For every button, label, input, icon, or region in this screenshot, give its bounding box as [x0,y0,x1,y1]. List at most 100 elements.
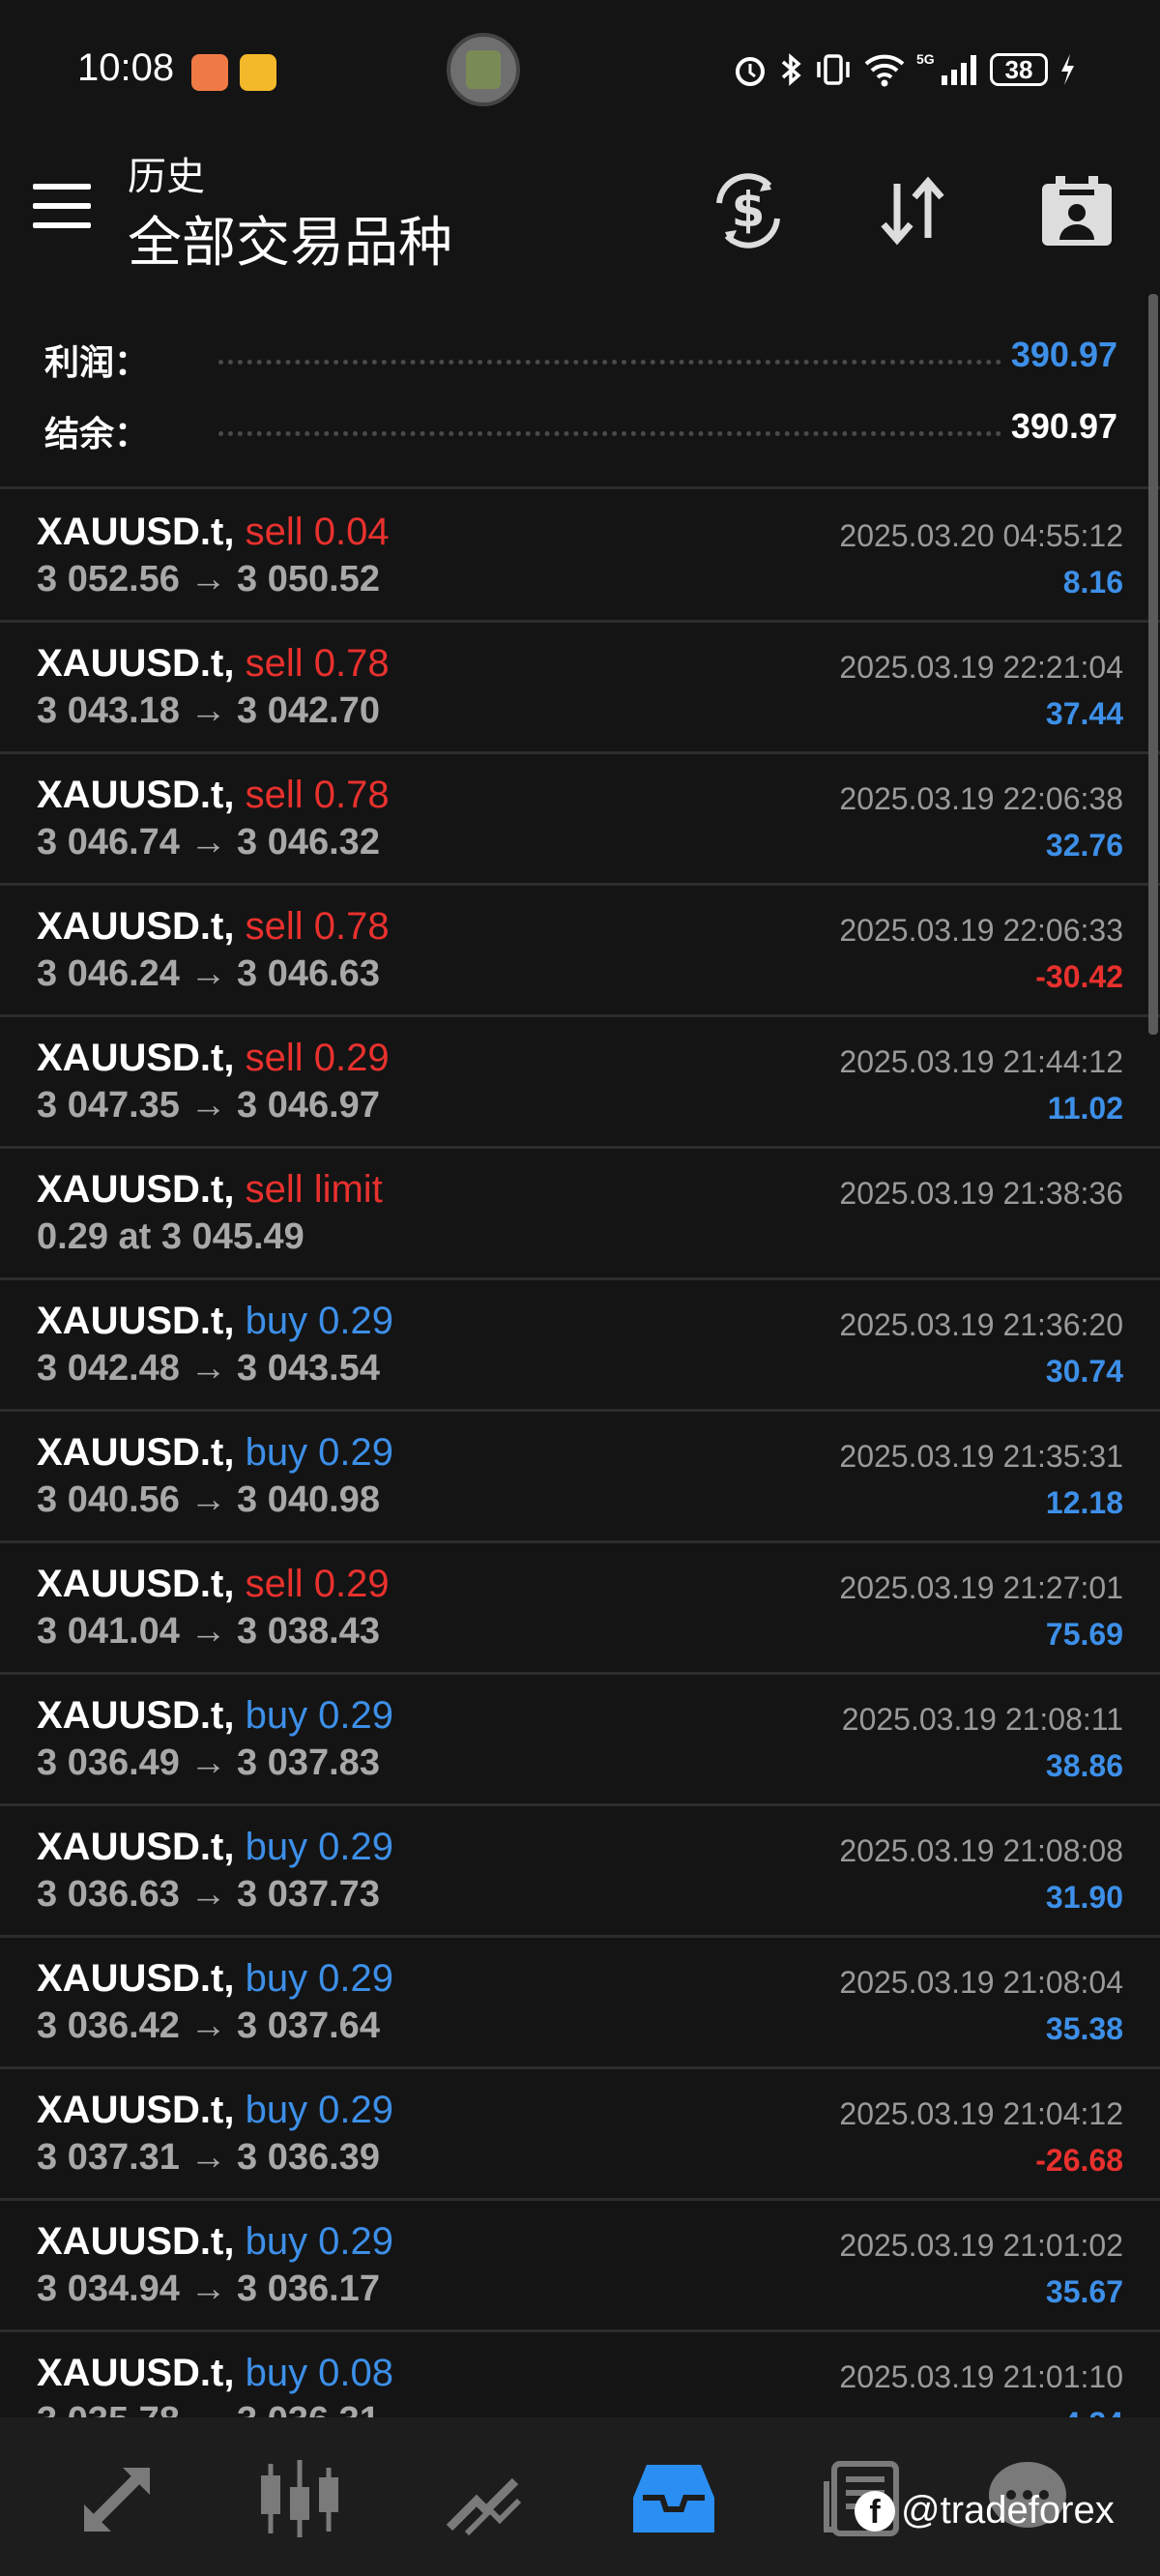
trade-prices: 3 046.74 → 3 046.32 [37,822,380,863]
sort-icon[interactable] [866,164,959,257]
trade-profit: 37.44 [1045,696,1123,731]
balance-label: 结余： [44,414,150,454]
trade-action: buy 0.29 [245,1826,394,1868]
trade-prices: 3 043.18 → 3 042.70 [37,690,380,731]
trade-title: XAUUSD.t, sell limit [37,1168,383,1212]
trade-action: sell 0.29 [245,1037,390,1079]
trade-profit: 35.38 [1045,2011,1123,2046]
trade-time: 2025.03.19 21:08:11 [841,1702,1123,1737]
trade-title: XAUUSD.t, buy 0.29 [37,2089,393,2132]
trade-profit: 31.90 [1045,1880,1123,1915]
trade-title: XAUUSD.t, buy 0.29 [37,2220,393,2264]
quotes-icon[interactable] [73,2460,160,2537]
trade-profit: -26.68 [1035,2143,1123,2178]
trade-row[interactable]: XAUUSD.t, buy 0.29 3 036.63 → 3 037.73 202… [0,1806,1160,1938]
scrollbar[interactable] [1148,294,1158,1035]
trade-title: XAUUSD.t, sell 0.29 [37,1037,390,1080]
trade-row[interactable]: XAUUSD.t, buy 0.29 3 036.49 → 3 037.83 202… [0,1675,1160,1806]
trade-time: 2025.03.19 21:44:12 [839,1044,1123,1079]
trade-row[interactable]: XAUUSD.t, buy 0.29 3 036.42 → 3 037.64 202… [0,1938,1160,2069]
trade-row[interactable]: XAUUSD.t, sell 0.78 3 046.74 → 3 046.32 20… [0,754,1160,886]
page-subtitle: 历史 [128,156,205,198]
trade-prices: 3 052.56 → 3 050.52 [37,559,380,600]
trade-row[interactable]: XAUUSD.t, sell 0.78 3 043.18 → 3 042.70 20… [0,623,1160,754]
profit-label: 利润： [44,342,150,382]
trade-symbol: XAUUSD.t, [37,511,235,553]
trade-row[interactable]: XAUUSD.t, sell 0.29 3 041.04 → 3 038.43 20… [0,1543,1160,1675]
trade-profit: 12.18 [1045,1485,1123,1520]
trade-profit: 75.69 [1045,1617,1123,1652]
trade-time: 2025.03.19 21:35:31 [839,1439,1123,1474]
trade-symbol: XAUUSD.t, [37,1563,235,1605]
trade-prices: 3 036.49 → 3 037.83 [37,1742,380,1783]
trade-row[interactable]: XAUUSD.t, buy 0.29 3 042.48 → 3 043.54 202… [0,1280,1160,1412]
trade-symbol: XAUUSD.t, [37,1694,235,1737]
trade-symbol: XAUUSD.t, [37,1957,235,2000]
trade-action: sell 0.78 [245,774,390,816]
trade-row[interactable]: XAUUSD.t, buy 0.29 3 040.56 → 3 040.98 202… [0,1412,1160,1543]
trade-title: XAUUSD.t, sell 0.04 [37,511,390,554]
trade-row[interactable]: XAUUSD.t, sell limit 0.29 at 3 045.49 2025… [0,1149,1160,1280]
chart-icon[interactable] [257,2460,344,2537]
menu-icon[interactable] [33,184,91,230]
trade-row[interactable]: XAUUSD.t, sell 0.78 3 046.24 → 3 046.63 20… [0,886,1160,1017]
summary-panel: 利润： 390.97 结余： 390.97 [0,309,1160,489]
trade-title: XAUUSD.t, sell 0.78 [37,642,390,686]
trade-time: 2025.03.19 21:01:10 [839,2359,1123,2394]
trade-action: sell 0.29 [245,1563,390,1605]
trade-icon[interactable] [441,2460,528,2537]
trade-history-list[interactable]: XAUUSD.t, sell 0.04 3 052.56 → 3 050.52 20… [0,491,1160,2417]
page-title[interactable]: 全部交易品种 [128,199,452,278]
trade-action: buy 0.29 [245,1300,394,1342]
alarm-icon [736,57,765,86]
dotted-leader [218,431,1001,436]
dotted-leader [218,360,1001,365]
trade-prices: 3 042.48 → 3 043.54 [37,1348,380,1389]
app-notification-icon [191,54,228,91]
trade-symbol: XAUUSD.t, [37,2220,235,2263]
trade-row[interactable]: XAUUSD.t, buy 0.08 3 035.78 → 3 036.31 202… [0,2332,1160,2417]
history-icon[interactable] [630,2460,717,2537]
trade-title: XAUUSD.t, buy 0.29 [37,1431,393,1475]
trade-action: buy 0.29 [245,1694,394,1737]
trade-time: 2025.03.19 21:27:01 [839,1570,1123,1605]
trade-symbol: XAUUSD.t, [37,1037,235,1079]
bluetooth-icon [781,53,801,86]
balance-row: 结余： 390.97 [44,402,1117,460]
trade-time: 2025.03.19 22:06:38 [839,781,1123,816]
mail-notification-icon [240,54,276,91]
calendar-icon[interactable] [1030,164,1123,257]
trade-action: sell 0.78 [245,642,390,685]
balance-value: 390.97 [1010,406,1117,446]
trade-title: XAUUSD.t, buy 0.29 [37,1957,393,2001]
trade-prices: 3 037.31 → 3 036.39 [37,2137,380,2178]
trade-row[interactable]: XAUUSD.t, buy 0.29 3 034.94 → 3 036.17 202… [0,2201,1160,2332]
trade-prices: 3 041.04 → 3 038.43 [37,1611,380,1652]
facebook-logo: f [855,2490,895,2532]
charging-icon [1061,54,1074,85]
trade-action: buy 0.08 [245,2352,394,2394]
avatar[interactable] [447,33,520,106]
currency-exchange-icon[interactable]: $ [702,164,795,257]
trade-action: buy 0.29 [245,2220,394,2263]
trade-profit: -30.42 [1035,959,1123,994]
trade-prices: 3 035.78 → 3 036.31 [37,2400,380,2417]
trade-time: 2025.03.19 21:08:04 [839,1965,1123,2000]
trade-action: sell limit [245,1168,383,1211]
svg-text:$: $ [732,182,766,238]
trade-profit: 11.02 [1047,1091,1123,1126]
trade-title: XAUUSD.t, buy 0.29 [37,1694,393,1738]
trade-profit: 8.16 [1062,565,1123,600]
trade-profit: 38.86 [1045,1748,1123,1783]
trade-symbol: XAUUSD.t, [37,2352,235,2394]
trade-row[interactable]: XAUUSD.t, buy 0.29 3 037.31 → 3 036.39 202… [0,2069,1160,2201]
trade-profit: 35.67 [1045,2274,1123,2309]
app-header: 历史 全部交易品种 $ [0,135,1160,290]
trade-title: XAUUSD.t, sell 0.29 [37,1563,390,1606]
trade-row[interactable]: XAUUSD.t, sell 0.04 3 052.56 → 3 050.52 20… [0,491,1160,623]
trade-time: 2025.03.19 21:38:36 [839,1176,1123,1211]
trade-time: 2025.03.20 04:55:12 [839,518,1123,553]
trade-action: buy 0.29 [245,1431,394,1474]
trade-time: 2025.03.19 22:06:33 [839,913,1123,948]
trade-row[interactable]: XAUUSD.t, sell 0.29 3 047.35 → 3 046.97 20… [0,1017,1160,1149]
